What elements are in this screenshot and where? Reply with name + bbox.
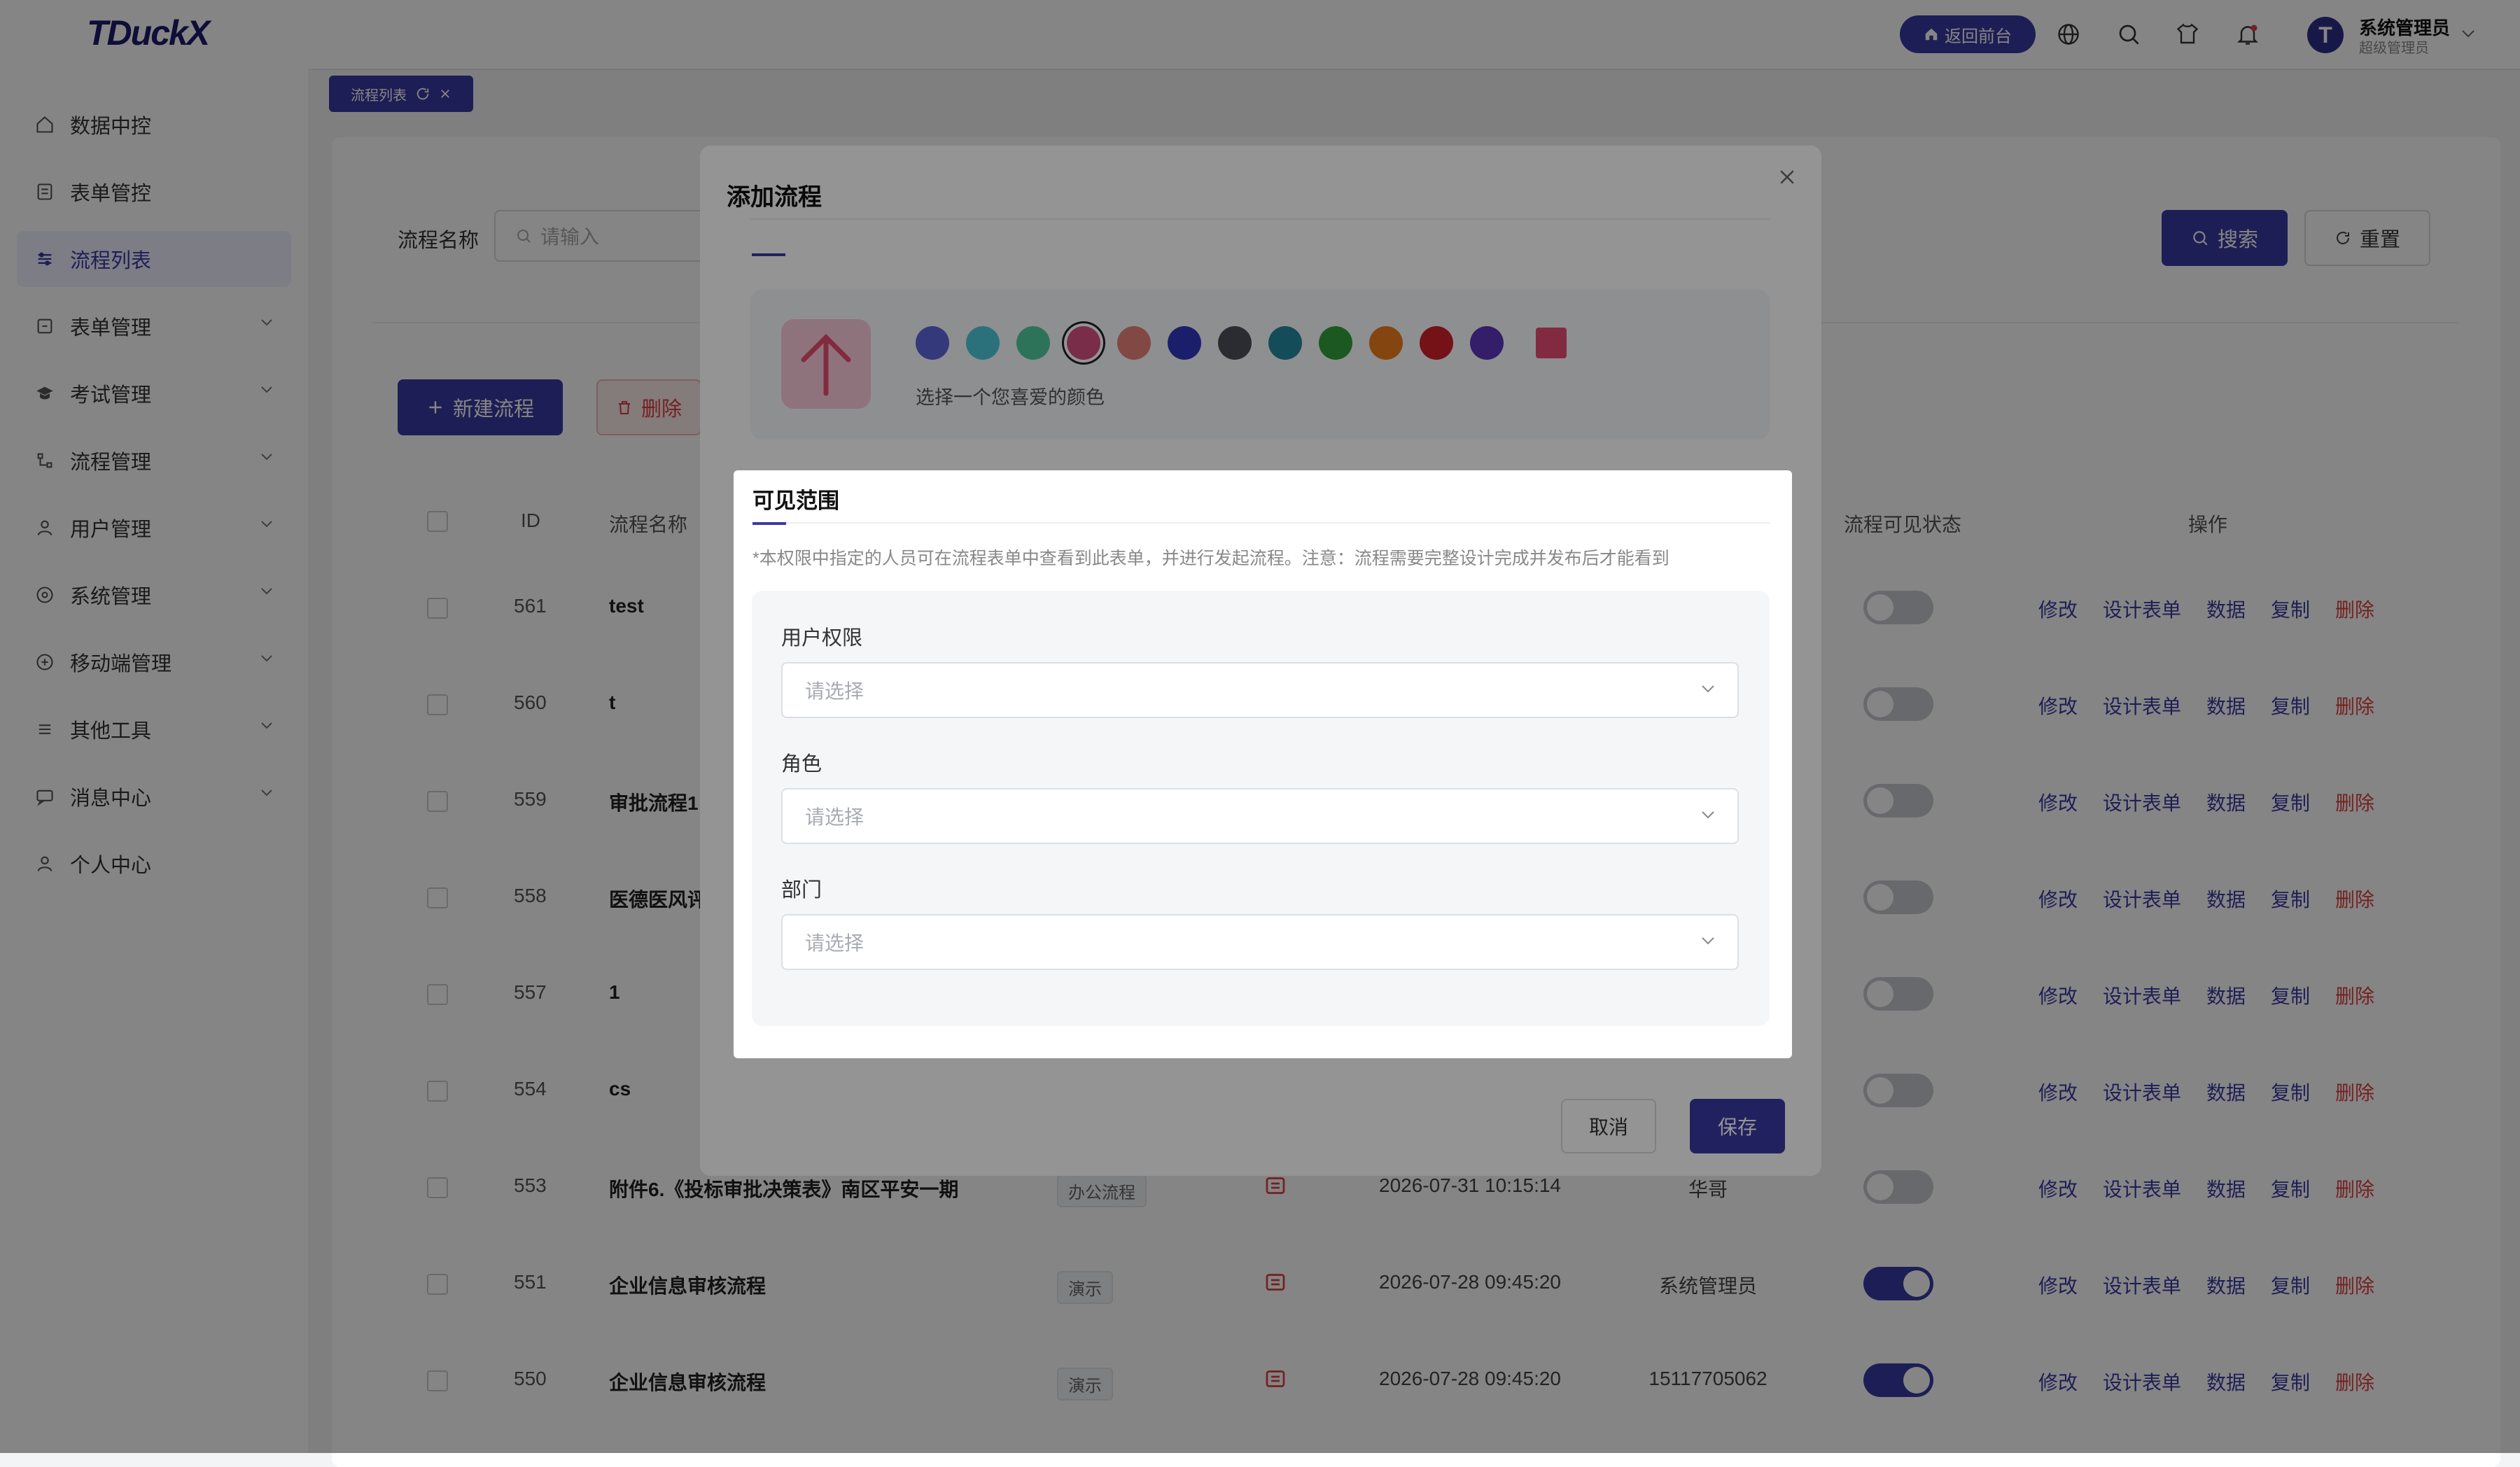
department-label: 部门 (781, 879, 822, 901)
select-placeholder: 请选择 (805, 680, 864, 702)
department-select[interactable]: 请选择 (781, 914, 1739, 970)
chevron-down-icon (1702, 811, 1714, 819)
visibility-title: 可见范围 (752, 489, 839, 513)
role-select[interactable]: 请选择 (781, 788, 1739, 844)
role-label: 角色 (781, 753, 822, 775)
chevron-down-icon (1702, 937, 1714, 945)
user-permission-select[interactable]: 请选择 (781, 662, 1739, 718)
visibility-note: *本权限中指定的人员可在流程表单中查看到此表单，并进行发起流程。注意：流程需要完… (752, 549, 1670, 568)
visibility-tab-underline (752, 522, 786, 525)
chevron-down-icon (1702, 685, 1714, 693)
visibility-divider (752, 522, 1770, 524)
select-placeholder: 请选择 (805, 806, 864, 828)
select-placeholder: 请选择 (805, 932, 864, 954)
user-permission-label: 用户权限 (781, 627, 863, 650)
